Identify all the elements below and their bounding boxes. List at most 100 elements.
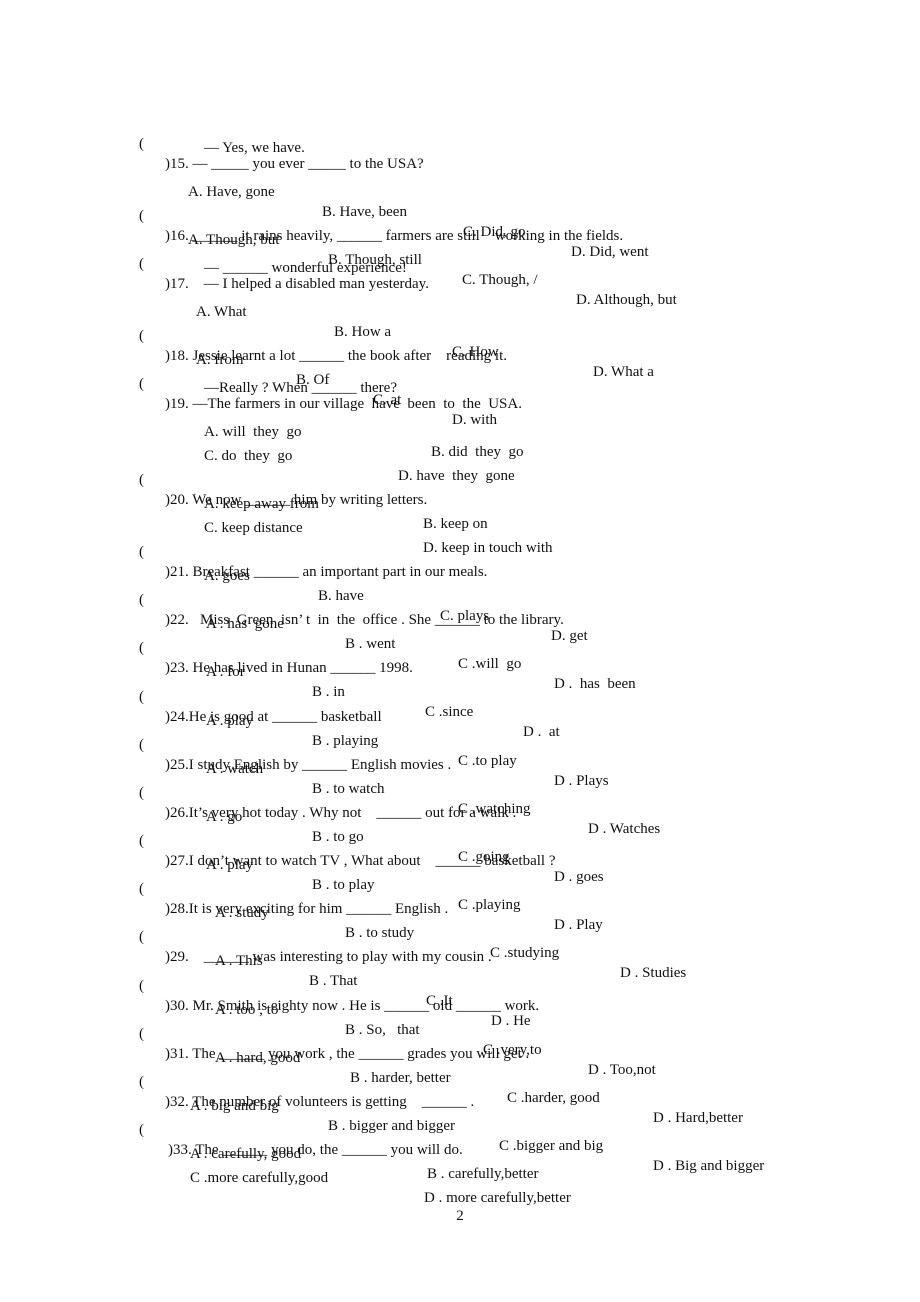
options-row: A . watch B . to watch C .watching D . W… — [0, 739, 660, 837]
option-c[interactable]: C .since — [425, 702, 473, 722]
dialogue-line: — ______ wonderful experience! — [204, 260, 407, 276]
question-20: ( )20. We now ______ him by writing lett… — [0, 450, 427, 508]
answer-blank[interactable]: ( — [139, 927, 144, 947]
option-a[interactable]: A . for — [206, 662, 245, 682]
options-row: C. do they go D. have they gone — [0, 426, 515, 484]
option-c[interactable]: C .studying — [490, 943, 559, 963]
option-c[interactable]: C .harder, good — [507, 1088, 600, 1108]
option-d[interactable]: D . Plays — [554, 771, 609, 791]
option-c[interactable]: C .will go — [458, 654, 521, 674]
answer-blank[interactable]: ( — [139, 879, 144, 899]
option-c[interactable]: C .to play — [458, 751, 517, 771]
option-b[interactable]: B . harder, better — [350, 1068, 451, 1088]
option-a[interactable]: A . carefully, good — [190, 1144, 301, 1164]
option-b[interactable]: B . to play — [312, 875, 375, 895]
question-stem: )29. ______ was interesting to play with… — [165, 949, 492, 965]
answer-blank[interactable]: ( — [139, 831, 144, 851]
options-row: A . go B . to go C .going D . goes — [0, 787, 604, 885]
option-a[interactable]: A. goes — [204, 566, 250, 586]
option-c[interactable]: C. do they go — [204, 446, 292, 466]
option-a[interactable]: A . study — [215, 903, 269, 923]
answer-blank[interactable]: ( — [139, 590, 144, 610]
option-a[interactable]: A. What — [196, 302, 247, 322]
answer-blank[interactable]: ( — [139, 687, 144, 707]
option-a[interactable]: A. from — [196, 350, 244, 370]
answer-blank[interactable]: ( — [139, 470, 144, 490]
option-d[interactable]: D. Although, but — [576, 290, 677, 310]
option-b[interactable]: B. have — [318, 586, 364, 606]
option-b[interactable]: B . to watch — [312, 779, 385, 799]
option-b[interactable]: B . to go — [312, 827, 364, 847]
option-a[interactable]: A. will they go — [204, 422, 302, 442]
option-a[interactable]: A . has gone — [206, 614, 284, 634]
answer-blank[interactable]: ( — [139, 638, 144, 658]
option-b[interactable]: B . went — [345, 634, 395, 654]
option-c[interactable]: C .bigger and big — [499, 1136, 603, 1156]
option-c[interactable]: C. Though, / — [462, 270, 538, 290]
answer-blank[interactable]: ( — [139, 206, 144, 226]
answer-blank[interactable]: ( — [139, 374, 144, 394]
question-24: ( )24.He is good at ______ basketball — [0, 667, 382, 725]
options-row: C. keep distance D. keep in touch with — [0, 498, 553, 556]
answer-blank[interactable]: ( — [139, 254, 144, 274]
option-a[interactable]: A. keep away from — [204, 494, 319, 514]
option-b[interactable]: B. Have, been — [322, 202, 407, 222]
answer-blank[interactable]: ( — [139, 134, 144, 154]
option-b[interactable]: B . carefully,better — [427, 1164, 538, 1184]
answer-blank[interactable]: ( — [139, 1024, 144, 1044]
options-row: A . This B . That C .It D . He — [0, 931, 531, 1029]
option-c[interactable]: C .playing — [458, 895, 521, 915]
options-row: A. Have, gone B. Have, been C. Did, go D… — [0, 162, 649, 260]
question-30: ( )30. Mr. Smith is eighty now . He is _… — [0, 956, 539, 1014]
option-d[interactable]: D. have they gone — [398, 466, 515, 486]
option-d[interactable]: D . goes — [554, 867, 604, 887]
option-d[interactable]: D . Big and bigger — [653, 1156, 764, 1176]
option-d[interactable]: D . Play — [554, 915, 603, 935]
option-d[interactable]: D . more carefully,better — [424, 1188, 571, 1208]
option-a[interactable]: A. Have, gone — [188, 182, 275, 202]
option-a[interactable]: A. Though, but — [188, 230, 279, 250]
option-d[interactable]: D . Studies — [620, 963, 686, 983]
option-a[interactable]: A . too , to — [215, 1000, 278, 1020]
dialogue-line: —Really ? When ______ there? — [204, 380, 397, 396]
option-b[interactable]: B . So, that — [345, 1020, 420, 1040]
option-b[interactable]: B. How a — [334, 322, 391, 342]
question-27: ( )27.I don’t want to watch TV , What ab… — [0, 811, 555, 869]
option-d[interactable]: D . has been — [554, 674, 636, 694]
option-a[interactable]: A . go — [206, 807, 242, 827]
option-c[interactable]: C. keep distance — [204, 518, 303, 538]
option-d[interactable]: D. keep in touch with — [423, 538, 553, 558]
option-a[interactable]: A . play — [206, 711, 253, 731]
answer-blank[interactable]: ( — [139, 326, 144, 346]
option-d[interactable]: D . Hard,better — [653, 1108, 743, 1128]
answer-blank[interactable]: ( — [139, 783, 144, 803]
option-d[interactable]: D. What a — [593, 362, 654, 382]
question-33: ( )33. The ______ you do, the ______ you… — [0, 1100, 463, 1158]
option-a[interactable]: A . play — [206, 855, 253, 875]
answer-blank[interactable]: ( — [139, 1072, 144, 1092]
option-d[interactable]: D . Watches — [588, 819, 660, 839]
option-d[interactable]: D . at — [523, 722, 560, 742]
option-b[interactable]: B . That — [309, 971, 357, 991]
option-a[interactable]: A . hard, good — [215, 1048, 300, 1068]
option-a[interactable]: A . This — [215, 951, 263, 971]
answer-blank[interactable]: ( — [139, 976, 144, 996]
option-b[interactable]: B . in — [312, 682, 345, 702]
answer-blank[interactable]: ( — [139, 542, 144, 562]
option-c[interactable]: C .more carefully,good — [190, 1168, 328, 1188]
dialogue-line: — Yes, we have. — [204, 140, 305, 156]
option-d[interactable]: D . Too,not — [588, 1060, 656, 1080]
question-32: ( )32. The number of volunteers is getti… — [0, 1052, 474, 1110]
option-b[interactable]: B. did they go — [431, 442, 524, 462]
answer-blank[interactable]: ( — [139, 735, 144, 755]
question-25: ( )25.I study English by ______ English … — [0, 715, 451, 773]
option-b[interactable]: B . bigger and bigger — [328, 1116, 455, 1136]
option-b[interactable]: B . playing — [312, 731, 378, 751]
option-b[interactable]: B . to study — [345, 923, 414, 943]
option-a[interactable]: A . watch — [206, 759, 263, 779]
option-a[interactable]: A . big and big — [190, 1096, 279, 1116]
question-19: ( )19. —The farmers in our village have … — [0, 354, 522, 412]
options-row: A . for B . in C .since D . at — [0, 642, 560, 740]
answer-blank[interactable]: ( — [139, 1120, 144, 1140]
option-b[interactable]: B. keep on — [423, 514, 488, 534]
